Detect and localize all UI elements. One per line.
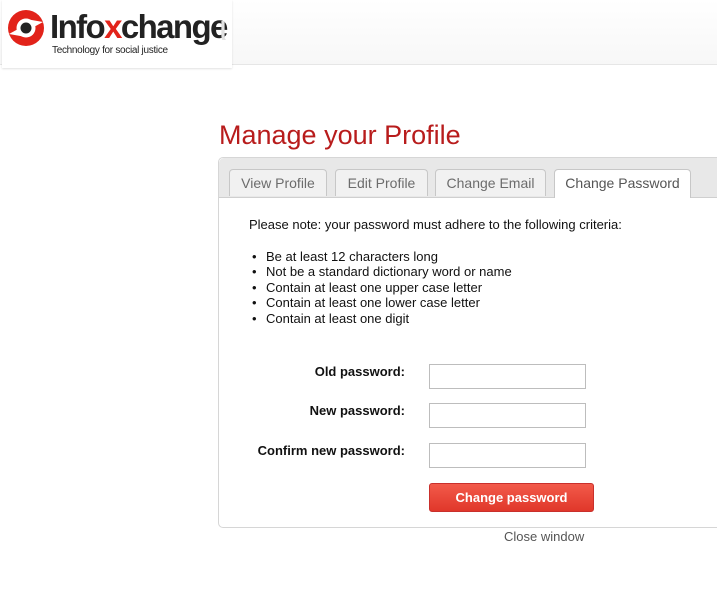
old-password-label: Old password: [314, 364, 405, 379]
brand-logo[interactable]: Infoxchange Technology for social justic… [2, 0, 232, 68]
profile-panel: View Profile Edit Profile Change Email C… [218, 157, 717, 528]
change-password-button[interactable]: Change password [429, 483, 594, 512]
infoxchange-logo-icon [8, 10, 44, 46]
criteria-item: Not be a standard dictionary word or nam… [250, 264, 512, 280]
tab-change-email[interactable]: Change Email [435, 169, 546, 196]
tab-edit-profile[interactable]: Edit Profile [335, 169, 428, 196]
criteria-item: Be at least 12 characters long [250, 249, 512, 265]
faded-logo-glyph: ι [219, 7, 227, 48]
new-password-label: New password: [309, 403, 405, 418]
brand-name-suffix: change [120, 8, 229, 45]
new-password-field[interactable] [429, 403, 586, 428]
confirm-password-label: Confirm new password: [257, 443, 405, 458]
criteria-item: Contain at least one digit [250, 311, 512, 327]
close-window-link[interactable]: Close window [504, 529, 584, 544]
brand-name-prefix: Info [50, 8, 106, 45]
page-title: Manage your Profile [219, 120, 461, 150]
brand-name-x: x [104, 8, 122, 45]
criteria-note: Please note: your password must adhere t… [249, 217, 622, 232]
criteria-item: Contain at least one lower case letter [250, 295, 512, 311]
old-password-field[interactable] [429, 364, 586, 389]
brand-name: Infoxchange [50, 8, 229, 46]
password-criteria-list: Be at least 12 characters long Not be a … [250, 249, 512, 326]
criteria-item: Contain at least one upper case letter [250, 280, 512, 296]
tab-change-password[interactable]: Change Password [554, 169, 691, 198]
tab-strip: View Profile Edit Profile Change Email C… [219, 158, 717, 198]
brand-tagline: Technology for social justice [52, 45, 168, 56]
confirm-password-field[interactable] [429, 443, 586, 468]
header-bar: Infoxchange Technology for social justic… [0, 0, 717, 68]
tab-view-profile[interactable]: View Profile [229, 169, 327, 196]
